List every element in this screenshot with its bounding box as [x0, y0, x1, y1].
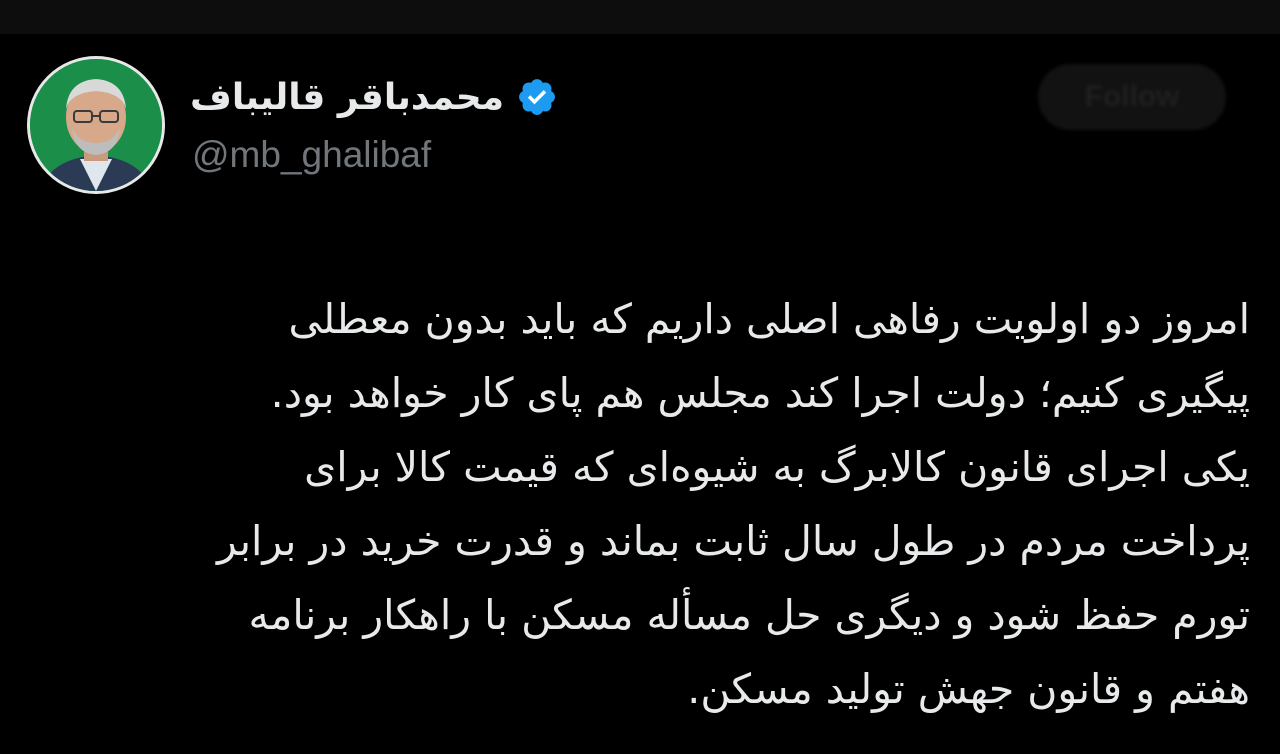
top-status-strip	[0, 0, 1280, 34]
tweet-line: پیگیری کنیم؛ دولت اجرا کند مجلس هم پای ک…	[270, 369, 1250, 417]
author-handle[interactable]: @mb_ghalibaf	[192, 134, 431, 176]
author-display-name[interactable]: محمدباقر قالیباف	[190, 77, 504, 118]
author-avatar[interactable]	[27, 56, 165, 194]
tweet-line: تورم حفظ شود و دیگری حل مسأله مسکن با را…	[248, 591, 1250, 639]
avatar-portrait-image	[30, 59, 162, 191]
tweet-line: هفتم و قانون جهش تولید مسکن.	[687, 665, 1250, 713]
tweet-line: یکی اجرای قانون کالابرگ به شیوه‌ای که قی…	[304, 443, 1250, 491]
verified-badge-icon	[519, 79, 555, 115]
tweet-body: امروز دو اولویت رفاهی اصلی داریم که باید…	[20, 282, 1250, 726]
author-name-row: محمدباقر قالیباف	[190, 72, 558, 122]
tweet-line: پرداخت مردم در طول سال ثابت بماند و قدرت…	[216, 517, 1250, 565]
follow-button[interactable]: Follow	[1038, 64, 1226, 130]
tweet-line: امروز دو اولویت رفاهی اصلی داریم که باید…	[288, 295, 1250, 343]
